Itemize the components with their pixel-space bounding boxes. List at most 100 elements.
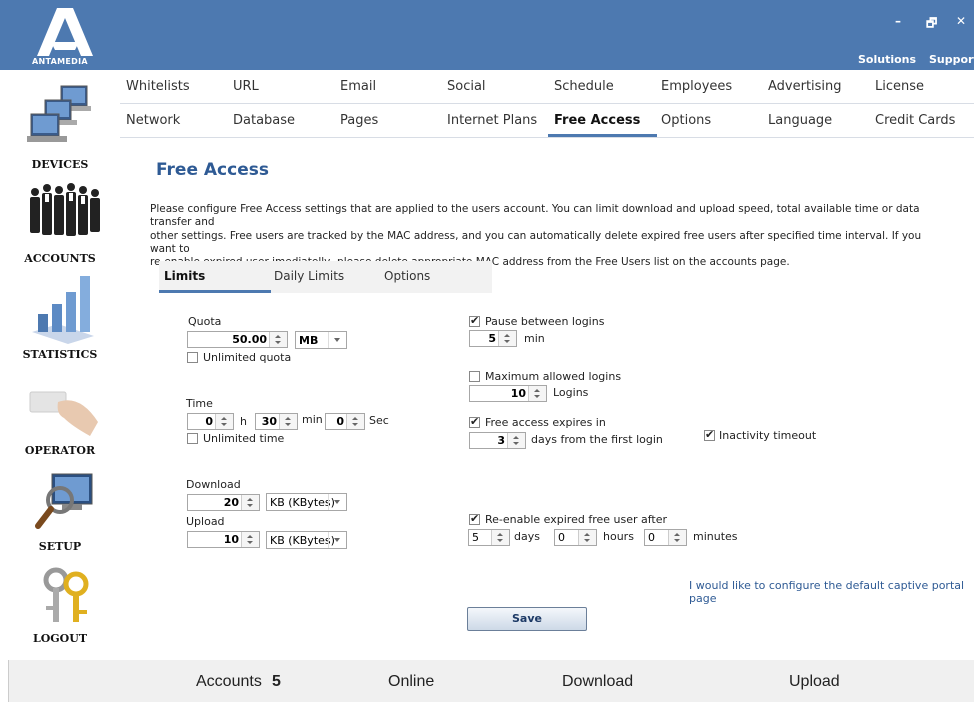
pause-minutes-spinner[interactable]: 5 (469, 330, 517, 347)
upload-unit-select[interactable]: KB (KBytes) (266, 531, 347, 549)
pause-between-logins-label: Pause between logins (485, 315, 605, 328)
footer-download-label: Download (562, 673, 634, 690)
devices-icon (27, 85, 91, 142)
captive-portal-link[interactable]: I would like to configure the default ca… (689, 579, 974, 605)
tab-credit-cards[interactable]: Credit Cards (875, 113, 955, 128)
spinner-arrows-icon[interactable] (491, 530, 509, 545)
sidebar-item-operator[interactable] (28, 382, 103, 442)
reenable-expired-checkbox[interactable] (469, 512, 480, 525)
tab-whitelists[interactable]: Whitelists (126, 79, 190, 94)
dropdown-arrow-icon (328, 494, 346, 510)
spinner-arrows-icon[interactable] (269, 332, 287, 347)
time-minutes-spinner[interactable]: 30 (255, 413, 298, 430)
description-line: other settings. Free users are tracked b… (150, 229, 922, 255)
brand-name: ANTAMEDIA (32, 57, 88, 66)
expires-days-value: 3 (497, 434, 505, 447)
subtab-limits[interactable]: Limits (164, 269, 205, 283)
close-button[interactable]: ✕ (956, 14, 966, 28)
spinner-arrows-icon[interactable] (346, 414, 364, 429)
upload-spinner[interactable]: 10 (187, 531, 260, 548)
settings-tabs: Whitelists URL Email Social Schedule Emp… (120, 70, 974, 138)
accounts-icon (30, 183, 100, 236)
inactivity-timeout-checkbox[interactable] (704, 428, 715, 441)
tab-email[interactable]: Email (340, 79, 376, 94)
spinner-arrows-icon[interactable] (668, 530, 686, 545)
sidebar-item-devices[interactable] (25, 80, 105, 162)
time-seconds-unit: Sec (369, 414, 389, 427)
tab-pages[interactable]: Pages (340, 113, 378, 128)
time-minutes-unit: min (302, 413, 323, 426)
save-button[interactable]: Save (467, 607, 587, 631)
reenable-days-spinner[interactable]: 5 (468, 529, 510, 546)
tab-social[interactable]: Social (447, 79, 486, 94)
subtab-options[interactable]: Options (384, 269, 430, 283)
tab-internet-plans[interactable]: Internet Plans (447, 113, 537, 128)
sidebar-item-setup[interactable] (34, 470, 98, 536)
footer-accounts-label: Accounts (196, 673, 262, 690)
logout-icon (43, 567, 89, 622)
reenable-minutes-spinner[interactable]: 0 (644, 529, 687, 546)
spinner-arrows-icon[interactable] (498, 331, 516, 346)
time-label: Time (186, 397, 213, 410)
time-hours-spinner[interactable]: 0 (187, 413, 234, 430)
sidebar-label-operator: OPERATOR (24, 444, 96, 457)
subtab-daily-limits[interactable]: Daily Limits (274, 269, 344, 283)
spinner-arrows-icon[interactable] (578, 530, 596, 545)
minimize-button[interactable]: – (895, 14, 901, 28)
reenable-minutes-value: 0 (648, 531, 655, 544)
sidebar-label-statistics: STATISTICS (22, 348, 98, 361)
time-seconds-value: 0 (336, 415, 344, 428)
maximum-logins-spinner[interactable]: 10 (469, 385, 547, 402)
spinner-arrows-icon[interactable] (507, 433, 525, 448)
sidebar-item-statistics[interactable] (28, 270, 98, 346)
expires-days-spinner[interactable]: 3 (469, 432, 526, 449)
download-spinner[interactable]: 20 (187, 494, 260, 511)
spinner-arrows-icon[interactable] (215, 414, 233, 429)
spinner-arrows-icon[interactable] (528, 386, 546, 401)
tab-schedule[interactable]: Schedule (554, 79, 614, 94)
tab-free-access[interactable]: Free Access (554, 113, 640, 128)
quota-spinner[interactable]: 50.00 (187, 331, 288, 348)
free-access-expires-checkbox[interactable] (469, 415, 480, 428)
solutions-link[interactable]: Solutions (858, 53, 916, 66)
spinner-arrows-icon[interactable] (241, 495, 259, 510)
reenable-hours-value: 0 (558, 531, 565, 544)
page-description: Please configure Free Access settings th… (150, 203, 940, 269)
sidebar-item-logout[interactable] (36, 566, 96, 628)
tab-language[interactable]: Language (768, 113, 832, 128)
maximum-logins-value: 10 (510, 387, 526, 400)
spinner-arrows-icon[interactable] (241, 532, 259, 547)
reenable-hours-spinner[interactable]: 0 (554, 529, 597, 546)
status-footer: Accounts 5 Online Download Upload (8, 660, 974, 702)
restore-button[interactable]: 🗗 (926, 14, 937, 35)
spinner-arrows-icon[interactable] (279, 414, 297, 429)
reenable-hours-unit: hours (603, 530, 634, 543)
tab-license[interactable]: License (875, 79, 924, 94)
sidebar-item-accounts[interactable] (25, 180, 105, 250)
sidebar-label-accounts: ACCOUNTS (24, 252, 96, 265)
footer-online-label: Online (388, 673, 435, 690)
quota-unit-select[interactable]: MB (295, 331, 347, 349)
page-title: Free Access (156, 160, 269, 180)
tab-network[interactable]: Network (126, 113, 180, 128)
tab-options[interactable]: Options (661, 113, 711, 128)
unlimited-quota-checkbox[interactable] (187, 352, 198, 363)
tab-advertising[interactable]: Advertising (768, 79, 842, 94)
free-access-expires-label: Free access expires in (485, 416, 606, 429)
upload-value: 10 (223, 533, 239, 546)
download-label: Download (186, 478, 241, 491)
download-value: 20 (223, 496, 239, 509)
tab-employees[interactable]: Employees (661, 79, 732, 94)
time-seconds-spinner[interactable]: 0 (325, 413, 365, 430)
quota-unit-value: MB (299, 334, 319, 347)
maximum-logins-checkbox[interactable] (469, 371, 480, 382)
download-unit-select[interactable]: KB (KBytes) (266, 493, 347, 511)
sidebar: DEVICES ACCOUNTS STATISTICS OPERATOR SET… (0, 70, 120, 660)
support-link[interactable]: Support (929, 53, 974, 66)
reenable-expired-label: Re-enable expired free user after (485, 513, 668, 526)
tab-database[interactable]: Database (233, 113, 295, 128)
active-tab-underline (548, 134, 657, 137)
pause-between-logins-checkbox[interactable] (469, 314, 480, 327)
tab-url[interactable]: URL (233, 79, 259, 94)
unlimited-time-checkbox[interactable] (187, 433, 198, 444)
